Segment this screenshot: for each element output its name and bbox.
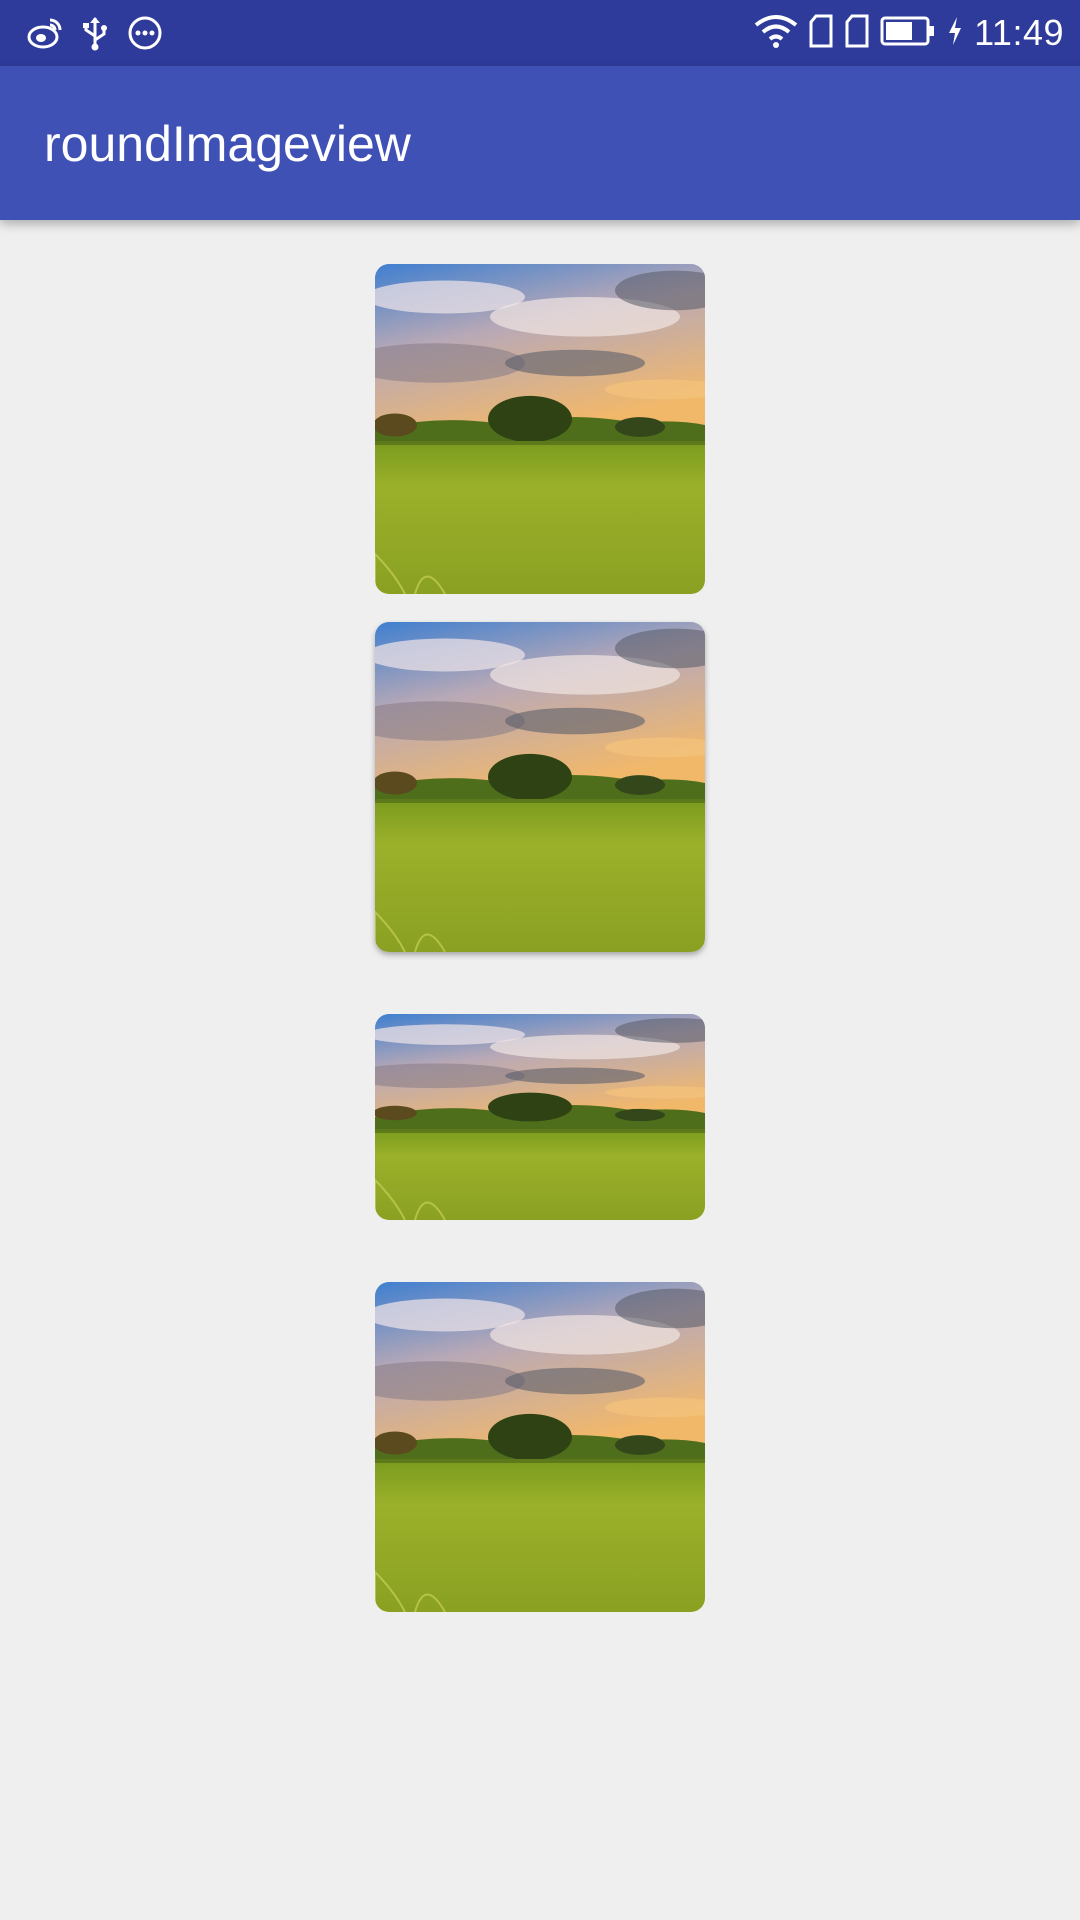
status-bar: 11:49 [0, 0, 1080, 66]
sim-card-icon [808, 14, 834, 53]
landscape-image [375, 622, 705, 952]
landscape-image [375, 1014, 705, 1220]
usb-icon [76, 14, 114, 52]
landscape-photo [375, 1282, 705, 1612]
app-title: roundImageview [44, 116, 411, 172]
sim-card-icon [844, 14, 870, 53]
charging-icon [946, 15, 964, 52]
weibo-icon [26, 14, 64, 52]
landscape-image [375, 264, 705, 594]
status-left-icons [26, 14, 164, 52]
landscape-photo [375, 1014, 705, 1220]
landscape-photo [375, 622, 705, 952]
battery-icon [880, 15, 936, 52]
landscape-photo [375, 264, 705, 594]
wifi-icon [754, 13, 798, 54]
landscape-image [375, 1282, 705, 1612]
more-dots-icon [126, 14, 164, 52]
status-right-icons: 11:49 [754, 12, 1064, 54]
status-time: 11:49 [974, 12, 1064, 53]
app-toolbar: roundImageview [0, 66, 1080, 220]
